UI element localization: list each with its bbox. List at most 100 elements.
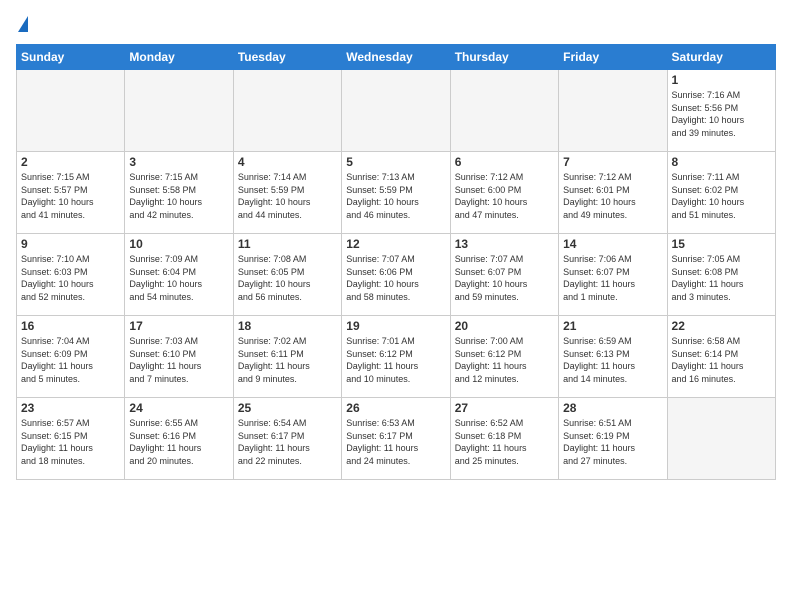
day-info: Sunrise: 7:01 AM Sunset: 6:12 PM Dayligh… — [346, 335, 445, 385]
day-info: Sunrise: 6:58 AM Sunset: 6:14 PM Dayligh… — [672, 335, 771, 385]
calendar-cell: 28Sunrise: 6:51 AM Sunset: 6:19 PM Dayli… — [559, 398, 667, 480]
logo — [16, 16, 28, 34]
day-info: Sunrise: 7:15 AM Sunset: 5:57 PM Dayligh… — [21, 171, 120, 221]
day-number: 23 — [21, 401, 120, 415]
day-number: 2 — [21, 155, 120, 169]
day-number: 22 — [672, 319, 771, 333]
day-info: Sunrise: 7:04 AM Sunset: 6:09 PM Dayligh… — [21, 335, 120, 385]
calendar-cell: 3 Sunrise: 7:15 AM Sunset: 5:58 PM Daylig… — [125, 152, 233, 234]
calendar-cell — [125, 70, 233, 152]
day-info: Sunrise: 6:55 AM Sunset: 6:16 PM Dayligh… — [129, 417, 228, 467]
day-info: Sunrise: 7:10 AM Sunset: 6:03 PM Dayligh… — [21, 253, 120, 303]
day-info: Sunrise: 7:08 AM Sunset: 6:05 PM Dayligh… — [238, 253, 337, 303]
day-info: Sunrise: 7:06 AM Sunset: 6:07 PM Dayligh… — [563, 253, 662, 303]
calendar: SundayMondayTuesdayWednesdayThursdayFrid… — [16, 44, 776, 480]
calendar-cell: 6 Sunrise: 7:12 AM Sunset: 6:00 PM Daylig… — [450, 152, 558, 234]
calendar-cell: 23 Sunrise: 6:57 AM Sunset: 6:15 PM Dayli… — [17, 398, 125, 480]
day-info: Sunrise: 6:59 AM Sunset: 6:13 PM Dayligh… — [563, 335, 662, 385]
weekday-header-thursday: Thursday — [450, 45, 558, 70]
weekday-header-sunday: Sunday — [17, 45, 125, 70]
day-info: Sunrise: 7:03 AM Sunset: 6:10 PM Dayligh… — [129, 335, 228, 385]
day-info: Sunrise: 7:11 AM Sunset: 6:02 PM Dayligh… — [672, 171, 771, 221]
calendar-cell: 17 Sunrise: 7:03 AM Sunset: 6:10 PM Dayli… — [125, 316, 233, 398]
calendar-cell: 2 Sunrise: 7:15 AM Sunset: 5:57 PM Daylig… — [17, 152, 125, 234]
calendar-cell: 26Sunrise: 6:53 AM Sunset: 6:17 PM Dayli… — [342, 398, 450, 480]
day-number: 9 — [21, 237, 120, 251]
day-number: 19 — [346, 319, 445, 333]
day-info: Sunrise: 7:00 AM Sunset: 6:12 PM Dayligh… — [455, 335, 554, 385]
day-number: 14 — [563, 237, 662, 251]
day-number: 7 — [563, 155, 662, 169]
day-info: Sunrise: 7:12 AM Sunset: 6:00 PM Dayligh… — [455, 171, 554, 221]
day-number: 5 — [346, 155, 445, 169]
day-number: 8 — [672, 155, 771, 169]
day-number: 24 — [129, 401, 228, 415]
calendar-cell: 21 Sunrise: 6:59 AM Sunset: 6:13 PM Dayli… — [559, 316, 667, 398]
day-number: 25 — [238, 401, 337, 415]
calendar-cell: 15 Sunrise: 7:05 AM Sunset: 6:08 PM Dayli… — [667, 234, 775, 316]
calendar-cell: 24 Sunrise: 6:55 AM Sunset: 6:16 PM Dayli… — [125, 398, 233, 480]
day-number: 12 — [346, 237, 445, 251]
header — [16, 16, 776, 34]
weekday-header-row: SundayMondayTuesdayWednesdayThursdayFrid… — [17, 45, 776, 70]
day-info: Sunrise: 6:57 AM Sunset: 6:15 PM Dayligh… — [21, 417, 120, 467]
calendar-cell — [233, 70, 341, 152]
calendar-cell: 10 Sunrise: 7:09 AM Sunset: 6:04 PM Dayli… — [125, 234, 233, 316]
day-info: Sunrise: 7:15 AM Sunset: 5:58 PM Dayligh… — [129, 171, 228, 221]
day-number: 18 — [238, 319, 337, 333]
day-number: 4 — [238, 155, 337, 169]
day-number: 10 — [129, 237, 228, 251]
week-row-5: 23 Sunrise: 6:57 AM Sunset: 6:15 PM Dayli… — [17, 398, 776, 480]
weekday-header-friday: Friday — [559, 45, 667, 70]
day-number: 21 — [563, 319, 662, 333]
week-row-1: 1 Sunrise: 7:16 AM Sunset: 5:56 PM Daylig… — [17, 70, 776, 152]
calendar-cell: 11 Sunrise: 7:08 AM Sunset: 6:05 PM Dayli… — [233, 234, 341, 316]
calendar-cell: 16 Sunrise: 7:04 AM Sunset: 6:09 PM Dayli… — [17, 316, 125, 398]
day-info: Sunrise: 7:16 AM Sunset: 5:56 PM Dayligh… — [672, 89, 771, 139]
day-number: 16 — [21, 319, 120, 333]
week-row-4: 16 Sunrise: 7:04 AM Sunset: 6:09 PM Dayli… — [17, 316, 776, 398]
calendar-cell: 8 Sunrise: 7:11 AM Sunset: 6:02 PM Daylig… — [667, 152, 775, 234]
day-number: 11 — [238, 237, 337, 251]
calendar-cell: 22 Sunrise: 6:58 AM Sunset: 6:14 PM Dayli… — [667, 316, 775, 398]
weekday-header-wednesday: Wednesday — [342, 45, 450, 70]
calendar-cell: 19 Sunrise: 7:01 AM Sunset: 6:12 PM Dayli… — [342, 316, 450, 398]
logo-triangle-icon — [18, 16, 28, 32]
day-info: Sunrise: 7:07 AM Sunset: 6:07 PM Dayligh… — [455, 253, 554, 303]
day-number: 1 — [672, 73, 771, 87]
calendar-cell: 25 Sunrise: 6:54 AM Sunset: 6:17 PM Dayli… — [233, 398, 341, 480]
day-info: Sunrise: 7:02 AM Sunset: 6:11 PM Dayligh… — [238, 335, 337, 385]
day-info: Sunrise: 7:13 AM Sunset: 5:59 PM Dayligh… — [346, 171, 445, 221]
calendar-cell: 14 Sunrise: 7:06 AM Sunset: 6:07 PM Dayli… — [559, 234, 667, 316]
calendar-cell — [450, 70, 558, 152]
day-info: Sunrise: 6:54 AM Sunset: 6:17 PM Dayligh… — [238, 417, 337, 467]
calendar-cell: 1 Sunrise: 7:16 AM Sunset: 5:56 PM Daylig… — [667, 70, 775, 152]
day-info: Sunrise: 7:14 AM Sunset: 5:59 PM Dayligh… — [238, 171, 337, 221]
weekday-header-monday: Monday — [125, 45, 233, 70]
weekday-header-tuesday: Tuesday — [233, 45, 341, 70]
week-row-2: 2 Sunrise: 7:15 AM Sunset: 5:57 PM Daylig… — [17, 152, 776, 234]
calendar-cell — [559, 70, 667, 152]
day-info: Sunrise: 6:52 AM Sunset: 6:18 PM Dayligh… — [455, 417, 554, 467]
week-row-3: 9 Sunrise: 7:10 AM Sunset: 6:03 PM Daylig… — [17, 234, 776, 316]
page: SundayMondayTuesdayWednesdayThursdayFrid… — [0, 0, 792, 488]
day-info: Sunrise: 7:05 AM Sunset: 6:08 PM Dayligh… — [672, 253, 771, 303]
calendar-cell: 4 Sunrise: 7:14 AM Sunset: 5:59 PM Daylig… — [233, 152, 341, 234]
day-number: 15 — [672, 237, 771, 251]
day-number: 6 — [455, 155, 554, 169]
calendar-cell: 20Sunrise: 7:00 AM Sunset: 6:12 PM Dayli… — [450, 316, 558, 398]
day-number: 3 — [129, 155, 228, 169]
calendar-cell — [667, 398, 775, 480]
calendar-cell — [342, 70, 450, 152]
weekday-header-saturday: Saturday — [667, 45, 775, 70]
day-number: 27 — [455, 401, 554, 415]
day-number: 17 — [129, 319, 228, 333]
day-number: 26 — [346, 401, 445, 415]
day-info: Sunrise: 7:09 AM Sunset: 6:04 PM Dayligh… — [129, 253, 228, 303]
day-info: Sunrise: 7:07 AM Sunset: 6:06 PM Dayligh… — [346, 253, 445, 303]
calendar-cell: 18 Sunrise: 7:02 AM Sunset: 6:11 PM Dayli… — [233, 316, 341, 398]
calendar-cell: 12 Sunrise: 7:07 AM Sunset: 6:06 PM Dayli… — [342, 234, 450, 316]
calendar-cell: 9 Sunrise: 7:10 AM Sunset: 6:03 PM Daylig… — [17, 234, 125, 316]
day-info: Sunrise: 6:51 AM Sunset: 6:19 PM Dayligh… — [563, 417, 662, 467]
calendar-cell — [17, 70, 125, 152]
